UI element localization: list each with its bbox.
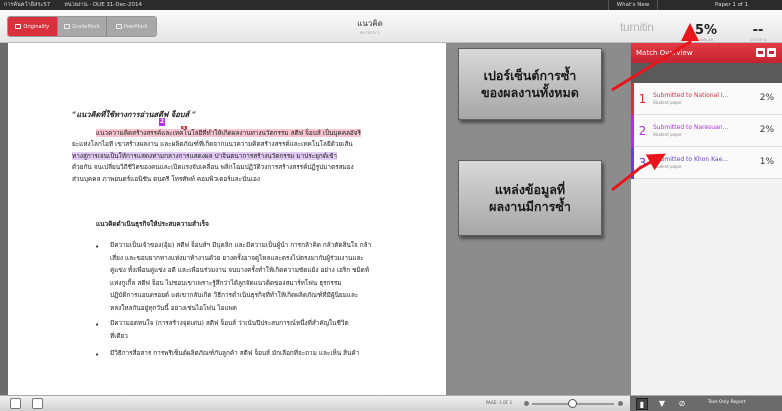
bullet-3: • [95,351,100,359]
originality-icon [15,24,22,29]
zoom-handle[interactable] [568,399,577,408]
callout-similarity-note: เปอร์เซ็นต์การซ้ำ ของผลงานทั้งหมด [458,48,602,120]
para1-line4: ด้วยกัน จนเปลี่ยนวิถีชีวิตของคนและเปิดแร… [72,163,354,171]
sidebar-toolbar: ▮ ▼ ⊘ Text-Only Report [630,396,782,411]
similarity-score[interactable]: 5% SIMILAR [688,23,724,42]
exclude-icon[interactable]: ⊘ [676,398,688,410]
left-strip [0,43,8,395]
bullet1-l2: เสี่ยง และขอบยากทางแห่งมาท้างานด้วย ยางค… [110,254,364,262]
match-item[interactable]: 1 Submitted to National I... Student pap… [631,83,782,115]
grade-value: -- [752,23,764,38]
callout2-line1: แหล่งข้อมูลที่ [494,182,566,197]
peermark-icon [115,24,122,29]
match-type: Student paper [653,100,682,105]
match-color-bar [631,115,634,147]
match-overview-header: Match Overview [631,43,782,63]
grademark-label: GradeMark [72,23,100,30]
all-sources-icon[interactable] [767,48,776,57]
para1-line5: ส่วนบุคคล ภาพยนตร์แอนิชัน ดนตรี โทรศัพท์… [72,175,260,183]
match-overview-icon[interactable]: ▮ [636,398,648,410]
para1-line1: แนวความคิดสร้างสรรค์และเทคโนโลยีที่ทำให้… [96,128,446,139]
para1-text-1[interactable]: แนวความคิดสร้างสรรค์และเทคโนโลยีที่ทำให้… [96,129,361,137]
document-title: แนวคิด [357,19,383,28]
bullet2-l1: มีความอดทนใจ (การสร้างจุดเด่น) สตีฟ จ็อบ… [110,319,349,327]
bullet1-l3: คู่แข่ง ทั้งเพื่อนคู่แข่ง อดี และเพื่อนร… [110,266,370,274]
originality-label: Originality [23,23,50,30]
match-overview-title: Match Overview [636,49,693,57]
filter-icon[interactable]: ▼ [656,398,668,410]
match-type: Student paper [653,164,682,169]
text-only-report-link[interactable]: Text-Only Report [708,400,746,405]
overview-view-icon[interactable] [756,48,765,57]
info-icon[interactable] [10,398,21,409]
para1-text-3[interactable]: ทางสู่การเจนเป็นให้การแสดงท่ามกลางการแสด… [72,152,338,160]
para1-text-2: ยะแห่งโลกไอที เขาสร้างผลงาน และผลิตภัณฑ์… [72,140,353,148]
grademark-tab[interactable]: GradeMark [57,17,108,36]
match-percent: 2% [759,93,774,103]
match-item[interactable]: 3 Submitted to Khon Kae... Student paper… [631,147,782,179]
callout1-line1: เปอร์เซ็นต์การซ้ำ [483,68,577,83]
callout-sources-note: แหล่งข้อมูลที่ ผลงานมีการซ้ำ [458,160,602,236]
match-percent: 2% [759,125,774,135]
match-source[interactable]: Submitted to Naresuan... [653,124,741,131]
match-percent: 1% [759,157,774,167]
grade-label: OUT OF 0 [749,38,767,42]
match-type: Student paper [653,132,682,137]
match-item[interactable]: 2 Submitted to Naresuan... Student paper… [631,115,782,147]
bullet-1: • [95,243,100,251]
bullet1-l1: มีความเป็นเจ้าของ(อุ้ม) สตีฟ จ็อบส์ฯ มีบ… [110,241,372,249]
zoom-in-icon[interactable] [618,401,623,406]
bullet2-l2: ที่เดียว [110,332,128,340]
whats-new-link[interactable]: What's New [608,0,658,10]
similarity-value: 5% [694,23,718,38]
document-heading: “แนวคิดที่ใช้ทางการอ่านสตีฟ จ็อบส์ ” [72,110,197,119]
page-indicator: PAGE: 1 OF 1 [486,400,513,405]
para1-line3: ทางสู่การเจนเป็นให้การแสดงท่ามกลางการแสด… [72,151,446,162]
match-color-bar [631,83,634,115]
originality-tab[interactable]: Originality [8,17,58,36]
grademark-icon [64,24,71,29]
match-overview-subbar [631,63,782,83]
grade-score[interactable]: -- OUT OF 0 [740,23,776,42]
header: Originality GradeMark PeerMark แนวคิด BY… [0,10,782,43]
bullet1-l6: หลงใหลกันอยู่ทุกวันนี้ อย่างเช่นไอโฟน ไอ… [110,304,237,312]
zoom-out-icon[interactable] [524,401,529,406]
bottom-toolbar: PAGE: 1 OF 1 ▮ ▼ ⊘ Text-Only Report [0,395,782,411]
peermark-label: PeerMark [123,23,148,30]
bullet1-l4: แห่งกูเกิ้ล สตีฟ จ็อบ ไม่ชอบเขาเพราะรู้ส… [110,279,342,287]
class-breadcrumb[interactable]: การค้นคว้าอิสระ57 [0,1,50,9]
match-marker-2[interactable]: 2 [159,118,166,126]
turnitin-logo: turnitin [620,20,654,34]
assignment-due: หน่วยงาน - DUE 31-Dec-2014 [64,2,143,8]
section-heading: แนวคิดดำเนินธุรกิจให้ประสบความสำเร็จ [96,220,209,228]
print-icon[interactable] [32,398,43,409]
mode-switcher: Originality GradeMark PeerMark [7,16,157,37]
bullet3-l1: มีวิธีการสื่อสาร การพรีเซ็นต์ผลิตภัณฑ์กั… [110,349,360,357]
match-source[interactable]: Submitted to Khon Kae... [653,156,741,163]
match-color-bar [631,147,634,179]
match-source[interactable]: Submitted to National I... [653,92,741,99]
callout1-line2: ของผลงานทั้งหมด [481,85,579,100]
bullet1-l5: ปฏิบัติการแอนดรอยด์ แต่เขากลับเกิด วิธีก… [110,291,359,299]
bullet-2: • [95,321,100,329]
para1-line2: ยะแห่งโลกไอที เขาสร้างผลงาน และผลิตภัณฑ์… [72,139,446,150]
match-overview-panel: Match Overview 1 Submitted to National I… [630,43,782,395]
paper-counter: Paper 1 of 1 [715,2,749,8]
top-bar: การค้นคว้าอิสระ57 หน่วยงาน - DUE 31-Dec-… [0,0,782,10]
peermark-tab[interactable]: PeerMark [107,17,156,36]
similarity-label: SIMILAR [698,38,714,42]
document-author: BY TESTY 1 [360,31,380,35]
callout2-line2: ผลงานมีการซ้ำ [489,199,571,214]
document-page: “แนวคิดที่ใช้ทางการอ่านสตีฟ จ็อบส์ ” 2 1… [8,43,446,395]
